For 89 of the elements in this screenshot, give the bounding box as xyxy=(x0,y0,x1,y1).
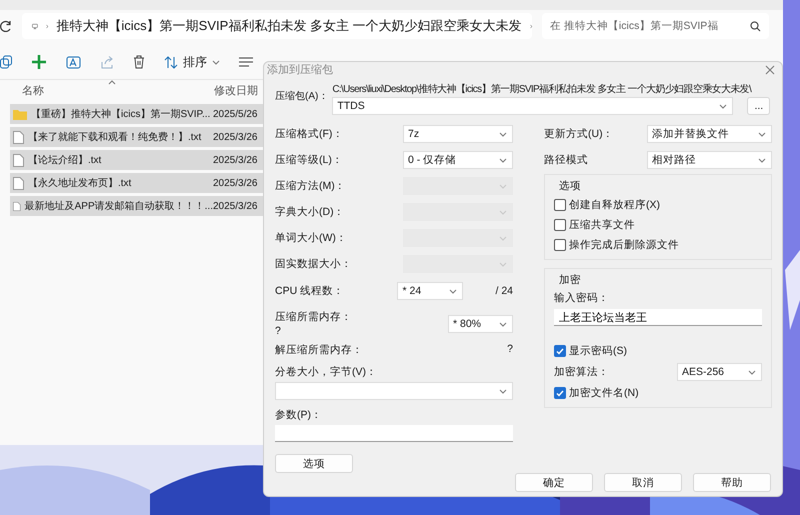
checkbox-label: 显示密码(S) xyxy=(569,344,627,358)
file-name: 【论坛介绍】.txt xyxy=(28,154,102,167)
file-name: 最新地址及APP请发邮箱自动获取！！！... xyxy=(24,200,213,213)
dialog-title: 添加到压缩包 xyxy=(267,62,333,77)
file-date: 2025/3/26 xyxy=(213,200,258,212)
chevron-down-icon xyxy=(758,132,766,136)
dropdown[interactable]: 相对路径 xyxy=(647,151,772,169)
dropdown[interactable]: TTDS xyxy=(332,97,734,115)
document-icon xyxy=(13,200,21,212)
password-field[interactable]: 上老王论坛当老王 xyxy=(554,309,762,326)
chevron-down-icon xyxy=(499,158,507,162)
dropdown[interactable]: * 24 xyxy=(397,282,464,300)
field-label: 参数(P)： xyxy=(275,408,323,422)
plus-icon[interactable] xyxy=(31,54,47,70)
document-icon xyxy=(13,176,24,190)
column-header[interactable]: 修改日期 xyxy=(214,83,258,98)
file-name: 【永久地址发布页】.txt xyxy=(28,176,132,190)
search-icon xyxy=(750,21,761,32)
sort-caret-icon xyxy=(108,80,116,85)
chevron-down-icon xyxy=(499,184,507,188)
chevron-down-icon xyxy=(449,288,458,294)
column-header[interactable]: 名称 xyxy=(0,83,214,98)
file-name: 【重磅】推特大神【icics】第一期SVIP... xyxy=(31,108,210,121)
chevron-down-icon xyxy=(499,322,507,326)
chevron-down-icon xyxy=(499,262,507,266)
dropdown[interactable]: 添加并替换文件 xyxy=(647,125,772,143)
field-label: 加密算法： xyxy=(554,365,609,379)
options-button[interactable]: 选项 xyxy=(275,454,353,473)
dropdown[interactable]: AES-256 xyxy=(677,363,762,381)
dialog-button[interactable]: 取消 xyxy=(604,473,682,492)
input-field[interactable] xyxy=(275,425,513,442)
checkbox-label: 操作完成后删除源文件 xyxy=(569,238,679,252)
chevron-down-icon xyxy=(212,60,220,64)
search-field[interactable]: 在 推特大神【icics】第一期SVIP福 xyxy=(542,13,769,39)
checkbox-label: 压缩共享文件 xyxy=(569,218,635,232)
file-date: 2025/3/26 xyxy=(213,178,258,188)
document-icon xyxy=(13,154,24,166)
checkbox-label: 创建自释放程序(X) xyxy=(569,198,660,212)
thread-total: / 24 xyxy=(495,285,513,297)
address-bar[interactable]: 推特大神【icics】第一期SVIP福利私拍未发 多女主 一个大奶少妇跟空乘女大未发 xyxy=(22,13,532,39)
field-label: 单词大小(W)： xyxy=(275,231,347,245)
view-lines-icon[interactable] xyxy=(239,57,253,67)
refresh-icon[interactable] xyxy=(0,20,12,32)
checkbox[interactable] xyxy=(554,345,566,357)
checkbox[interactable] xyxy=(554,219,566,231)
checkbox[interactable] xyxy=(554,239,566,251)
field-label: 输入密码： xyxy=(554,291,610,305)
field-label: 分卷大小，字节(V)： xyxy=(275,365,378,379)
field-label: 固实数据大小： xyxy=(275,257,352,271)
chevron-down-icon xyxy=(499,236,507,240)
dropdown[interactable]: 7z xyxy=(403,125,513,143)
dropdown[interactable]: 0 - 仅存储 xyxy=(403,151,513,169)
field-label: 压缩所需内存： xyxy=(275,310,352,324)
trash-icon[interactable] xyxy=(133,55,145,69)
field-label: CPU 线程数： xyxy=(275,284,344,298)
copy-icon[interactable] xyxy=(0,55,12,69)
file-date: 2025/3/26 xyxy=(213,132,258,142)
checkbox[interactable] xyxy=(554,199,566,211)
text-icon[interactable] xyxy=(66,55,81,69)
file-date: 2025/5/26 xyxy=(213,108,258,120)
group-title: 选项 xyxy=(559,179,582,193)
field-label: 压缩包(A)： xyxy=(275,90,328,103)
archive-path: C:\Users\liuxi\Desktop\推特大神【icics】第一期SVIP福利私拍未发 多女主 一个大奶少妇跟空乘女大未发\ xyxy=(332,82,752,96)
field-label: 解压缩所需内存： xyxy=(275,343,363,357)
chevron-down-icon xyxy=(499,388,507,394)
chevron-down-icon xyxy=(499,132,507,136)
folder-icon xyxy=(13,108,27,120)
close-icon[interactable] xyxy=(765,64,775,74)
dialog-button[interactable]: 帮助 xyxy=(693,473,771,492)
browse-button[interactable]: ... xyxy=(747,97,770,115)
group-title: 加密 xyxy=(559,273,582,287)
chevron-down-icon xyxy=(758,158,766,162)
file-name: 【来了就能下载和观看！纯免费！】.txt xyxy=(28,130,202,144)
memory-usage: ? xyxy=(507,343,513,357)
memory-usage: ? xyxy=(275,325,282,337)
chevron-down-icon xyxy=(499,210,507,214)
checkbox-label: 加密文件名(N) xyxy=(569,386,639,400)
breadcrumb[interactable]: 推特大神【icics】第一期SVIP福利私拍未发 多女主 一个大奶少妇跟空乘女大未发 xyxy=(56,17,522,35)
dialog-button[interactable]: 确定 xyxy=(515,473,593,492)
document-icon xyxy=(13,130,24,144)
file-date: 2025/3/26 xyxy=(213,154,258,166)
sort-button[interactable]: 排序 xyxy=(164,54,220,70)
checkbox[interactable] xyxy=(554,387,566,399)
sort-arrows-icon xyxy=(164,56,178,68)
chevron-down-icon xyxy=(719,104,728,108)
dropdown[interactable]: * 80% xyxy=(448,315,513,333)
field-label: 路径模式 xyxy=(544,153,588,167)
chevron-down-icon xyxy=(748,370,756,374)
field-label: 更新方式(U)： xyxy=(544,127,614,141)
